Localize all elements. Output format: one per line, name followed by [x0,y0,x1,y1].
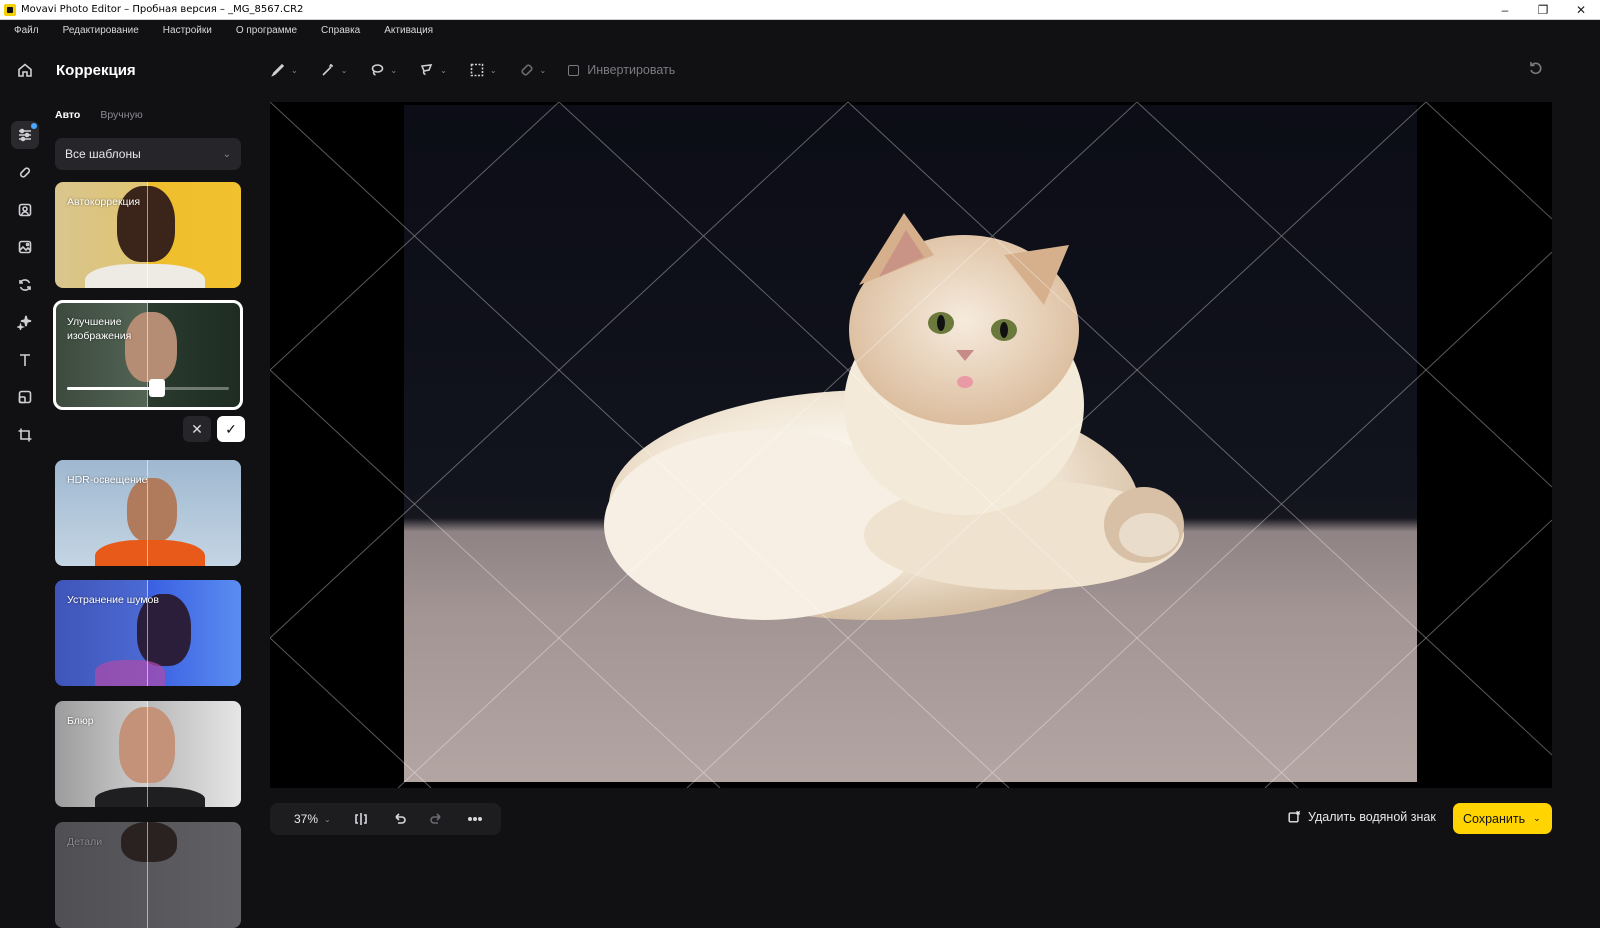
view-controls: 37% ⌄ [270,803,501,835]
menu-activation[interactable]: Активация [384,25,433,36]
panel-title: Коррекция [56,62,136,79]
panel-tabs: Авто Вручную [55,109,163,121]
text-icon[interactable] [11,346,39,374]
preset-card-autocorrection[interactable]: Автокоррекция [55,182,241,288]
adjustments-icon[interactable] [11,121,39,149]
portrait-icon[interactable] [11,196,39,224]
menu-about[interactable]: О программе [236,25,297,36]
redo-icon[interactable] [429,811,445,827]
image-canvas[interactable] [270,102,1552,788]
templates-dropdown-value: Все шаблоны [65,147,141,161]
retouch-patch-icon[interactable] [11,158,39,186]
polygon-lasso-tool[interactable]: ⌄ [419,62,447,78]
menu-settings[interactable]: Настройки [163,25,212,36]
correction-panel: Коррекция Авто Вручную Все шаблоны ⌄ Авт… [50,40,260,928]
zoom-value: 37% [294,812,319,826]
tool-rail [0,40,50,863]
cat-photo [404,105,1417,782]
cancel-preset-button[interactable]: ✕ [183,416,211,442]
notification-dot [31,123,37,129]
polygon-lasso-icon [420,64,433,76]
preset-label: HDR-освещение [67,474,148,486]
preset-card-hdr[interactable]: HDR-освещение [55,460,241,566]
tab-manual[interactable]: Вручную [100,109,142,121]
eraser-icon [520,64,533,76]
menu-edit[interactable]: Редактирование [63,25,139,36]
undo-icon[interactable] [391,811,407,827]
brush-tool[interactable]: ⌄ [270,62,298,78]
menu-bar: Файл Редактирование Настройки О программ… [0,20,1600,40]
preset-label: Устранение шумов [67,594,159,606]
title-bar: Movavi Photo Editor – Пробная версия – _… [0,0,1600,20]
cat-illustration [604,213,1184,620]
save-button[interactable]: Сохранить ⌄ [1453,803,1552,834]
compare-icon[interactable] [353,811,369,827]
rotate-icon[interactable] [11,271,39,299]
preset-actions: ✕ ✓ [177,416,245,442]
crop-icon[interactable] [11,421,39,449]
menu-help[interactable]: Справка [321,25,360,36]
preset-label: Блюр [67,715,94,727]
tab-auto[interactable]: Авто [55,109,80,121]
brush-icon [271,63,285,77]
close-button[interactable]: ✕ [1562,0,1600,20]
preset-card-blur[interactable]: Блюр [55,701,241,807]
slider-fill [67,387,155,390]
save-label: Сохранить [1463,811,1526,826]
preset-label: Автокоррекция [67,196,141,208]
watermark-remove-icon [1288,810,1301,823]
eraser-tool[interactable]: ⌄ [519,62,546,78]
invert-icon [568,64,580,76]
preset-label: Улучшение изображения [67,316,132,342]
reset-icon[interactable] [1528,60,1546,78]
strength-slider[interactable] [67,379,229,397]
apply-preset-button[interactable]: ✓ [217,416,245,442]
window-title: Movavi Photo Editor – Пробная версия – _… [21,4,304,15]
preset-card-image-enhancement[interactable]: Улучшение изображения [53,300,243,410]
chevron-down-icon: ⌄ [222,148,231,160]
rect-selection-icon [470,63,484,77]
chevron-down-icon: ⌄ [1533,813,1541,823]
invert-selection-button[interactable]: Инвертировать [568,63,675,77]
rect-select-tool[interactable]: ⌄ [469,62,497,78]
slider-thumb[interactable] [149,379,165,397]
effects-sparkle-icon[interactable] [11,308,39,336]
maximize-button[interactable]: ❐ [1524,0,1562,20]
magic-brush-tool[interactable]: ⌄ [320,62,347,78]
preset-card-noise-removal[interactable]: Устранение шумов [55,580,241,686]
lasso-tool[interactable]: ⌄ [369,62,397,78]
preset-card-details[interactable]: Детали [55,822,241,928]
remove-watermark-button[interactable]: Удалить водяной знак [1287,810,1436,824]
zoom-dropdown[interactable]: 37% ⌄ [294,812,331,826]
chevron-down-icon: ⌄ [324,814,331,824]
remove-watermark-label: Удалить водяной знак [1308,810,1436,824]
home-icon[interactable] [11,56,39,84]
invert-label: Инвертировать [587,63,676,77]
lasso-icon [372,64,384,76]
frame-icon[interactable] [11,383,39,411]
minimize-button[interactable]: – [1486,0,1524,20]
menu-file[interactable]: Файл [14,25,39,36]
app-logo-icon [4,3,16,16]
replace-background-icon[interactable] [11,233,39,261]
more-icon[interactable] [467,811,483,827]
magic-wand-icon [322,64,333,76]
preset-label: Детали [67,836,103,848]
selection-toolbar: ⌄ ⌄ ⌄ ⌄ ⌄ ⌄ Инвертировать [270,52,675,88]
templates-dropdown[interactable]: Все шаблоны ⌄ [55,138,241,170]
